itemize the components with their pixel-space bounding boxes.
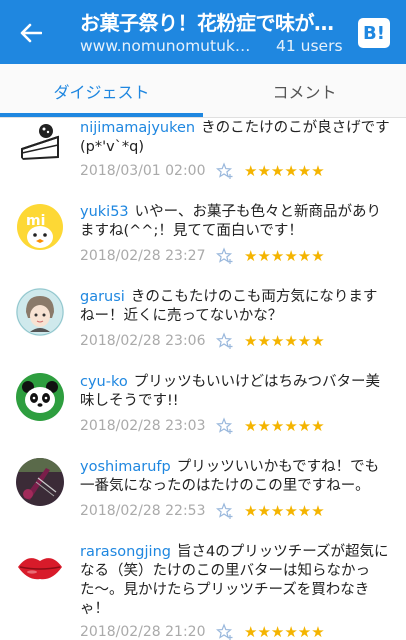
comment-list[interactable]: nijimamajyuken きのこたけのこが良さげです(p*'v`*q) 201… xyxy=(0,118,406,640)
comment-meta: 2018/03/01 02:00 ★★★★★★ xyxy=(80,161,325,181)
tab-comments[interactable]: コメント xyxy=(203,64,406,118)
star-rating[interactable]: ★★★★★★ xyxy=(244,623,325,640)
app-header: お菓子祭り！花粉症で味が… www.nomunomutuk… 41 users … xyxy=(0,0,406,64)
bookmark-button[interactable]: B! xyxy=(358,18,390,48)
comment-meta: 2018/02/28 23:03 ★★★★★★ xyxy=(80,416,325,436)
comment-date: 2018/02/28 23:06 xyxy=(80,333,206,349)
duck-icon[interactable]: mi xyxy=(16,203,64,251)
comment-text-block: garusi きのこもたけのこも両方気になりますねー！近くに売ってないかな？ xyxy=(80,288,390,326)
comment-user[interactable]: rarasongjing xyxy=(80,544,171,560)
lips-icon[interactable] xyxy=(16,543,64,591)
cake-icon[interactable] xyxy=(16,119,64,167)
panda-icon[interactable] xyxy=(16,373,64,421)
comment-item[interactable]: yoshimarufp プリッツいいかもですね！でも一番気になったのはたけのこの里… xyxy=(0,458,406,543)
comment-text-block: yuki53 いやー、お菓子も色々と新商品がありますね(^^;！見てて面白いです！ xyxy=(80,203,390,241)
back-arrow-icon xyxy=(20,23,42,43)
comment-text-block: yoshimarufp プリッツいいかもですね！でも一番気になったのはたけのこの里… xyxy=(80,458,390,496)
star-rating[interactable]: ★★★★★★ xyxy=(244,417,325,435)
comment-item[interactable]: cyu-ko プリッツもいいけどはちみつバター美味しそうです!! 2018/02/… xyxy=(0,373,406,458)
comment-text-block: rarasongjing 旨さ4のプリッツチーズが超気になる（笑）たけのこの里バタ… xyxy=(80,543,390,619)
comment-item[interactable]: mi yuki53 いやー、お菓子も色々と新商品がありますね(^^;！見てて面白い… xyxy=(0,203,406,288)
comment-user[interactable]: nijimamajyuken xyxy=(80,120,195,136)
guitar-photo-icon[interactable] xyxy=(16,458,64,506)
star-rating[interactable]: ★★★★★★ xyxy=(244,332,325,350)
comment-date: 2018/02/28 22:53 xyxy=(80,503,206,519)
anime-face-icon[interactable] xyxy=(16,288,64,336)
comment-meta: 2018/02/28 22:53 ★★★★★★ xyxy=(80,501,325,521)
comment-item[interactable]: rarasongjing 旨さ4のプリッツチーズが超気になる（笑）たけのこの里バタ… xyxy=(0,543,406,640)
add-star-icon[interactable] xyxy=(216,332,234,350)
entry-domain[interactable]: www.nomunomutuk… xyxy=(80,37,270,55)
comment-meta: 2018/02/28 23:27 ★★★★★★ xyxy=(80,246,325,266)
add-star-icon[interactable] xyxy=(216,502,234,520)
comment-meta: 2018/02/28 23:06 ★★★★★★ xyxy=(80,331,325,351)
add-star-icon[interactable] xyxy=(216,247,234,265)
comment-user[interactable]: yoshimarufp xyxy=(80,459,171,475)
add-star-icon[interactable] xyxy=(216,162,234,180)
tab-bar: ダイジェスト コメント xyxy=(0,64,406,118)
comment-date: 2018/03/01 02:00 xyxy=(80,163,206,179)
back-button[interactable] xyxy=(14,16,48,50)
add-star-icon[interactable] xyxy=(216,623,234,640)
comment-user[interactable]: cyu-ko xyxy=(80,374,128,390)
comment-user[interactable]: garusi xyxy=(80,289,125,305)
users-count[interactable]: 41 users xyxy=(276,37,343,55)
entry-title: お菓子祭り！花粉症で味が… xyxy=(80,11,334,35)
comment-user[interactable]: yuki53 xyxy=(80,204,129,220)
add-star-icon[interactable] xyxy=(216,417,234,435)
active-tab-indicator xyxy=(0,113,203,117)
comment-text-block: cyu-ko プリッツもいいけどはちみつバター美味しそうです!! xyxy=(80,373,390,411)
star-rating[interactable]: ★★★★★★ xyxy=(244,247,325,265)
comment-date: 2018/02/28 21:20 xyxy=(80,624,206,640)
comment-meta: 2018/02/28 21:20 ★★★★★★ xyxy=(80,622,325,640)
star-rating[interactable]: ★★★★★★ xyxy=(244,502,325,520)
comment-date: 2018/02/28 23:03 xyxy=(80,418,206,434)
tab-digest[interactable]: ダイジェスト xyxy=(0,64,203,118)
comment-text-block: nijimamajyuken きのこたけのこが良さげです(p*'v`*q) xyxy=(80,119,390,157)
comment-item[interactable]: garusi きのこもたけのこも両方気になりますねー！近くに売ってないかな？ 20… xyxy=(0,288,406,373)
star-rating[interactable]: ★★★★★★ xyxy=(244,162,325,180)
comment-item[interactable]: nijimamajyuken きのこたけのこが良さげです(p*'v`*q) 201… xyxy=(0,118,406,203)
comment-date: 2018/02/28 23:27 xyxy=(80,248,206,264)
